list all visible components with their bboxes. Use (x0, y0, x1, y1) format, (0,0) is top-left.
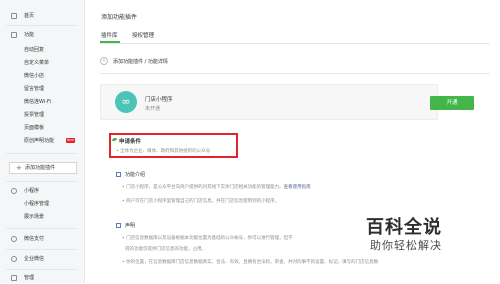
sidebar-item-wifi[interactable]: 微信连Wi-Fi (0, 96, 84, 108)
sidebar-item-comments[interactable]: 留言管理 (0, 83, 84, 95)
sidebar-section-label: 功能 (24, 32, 35, 38)
divider (6, 25, 78, 26)
sidebar-item-label: 页面模板 (24, 125, 45, 131)
plugin-logo-icon: ∞ (115, 91, 137, 113)
sidebar-item-label: 投票管理 (24, 112, 45, 118)
sidebar-item-custom-menu[interactable]: 自定义菜单 (0, 57, 84, 69)
tab-plugin-library[interactable]: 插件库 (101, 31, 118, 39)
open-button[interactable]: 开通 (430, 96, 474, 110)
sidebar-item-label: 自动回复 (24, 47, 45, 53)
conditions-text: • 全体为企业、媒体、政府和其他组织的公众号 (116, 149, 211, 154)
sidebar-item-scenes[interactable]: 展示场景 (0, 211, 84, 223)
divider (100, 73, 490, 74)
sidebar-item-label: 小程序管理 (24, 201, 50, 207)
add-plugin-label: 添加功能插件 (25, 165, 56, 171)
page-title: 添加功能插件 (101, 14, 138, 21)
plugin-status: 未开通 (145, 106, 161, 112)
sidebar-item-label: 首页 (24, 13, 35, 19)
info-icon (116, 172, 121, 177)
divider (6, 228, 78, 229)
sidebar-section-function[interactable]: 功能 (0, 29, 84, 41)
folder-icon (11, 275, 17, 281)
guide-link[interactable]: 查看使用指南 (284, 185, 311, 190)
chevron-left-icon: ‹ (102, 57, 106, 64)
intro-line: • 门店小程序，是公众平台向商户提供的对其线下实体门店相关功能的管理能力。 (122, 185, 284, 190)
statement-line: • 门店信息数据库以及设备根据本功能位置为基础的公众帐号，你可以进行管理，但不 (122, 236, 293, 241)
conditions-title: 申请条件 (119, 139, 142, 145)
intro-line: • 商户可在门店小程序里管理自己的门店信息，并在门店信息使用到的小程序。 (122, 199, 280, 204)
sidebar-item-label: 展示场景 (24, 214, 45, 220)
sidebar-section-label: 企业微信 (24, 256, 45, 262)
statement-icon (116, 223, 121, 228)
sidebar-item-label: 微信小店 (24, 73, 45, 79)
intro-text: • 门店小程序，是公众平台向商户提供的对其线下实体门店相关功能的管理能力。查看使… (122, 184, 311, 190)
watermark-subtitle: 助你轻松解决 (370, 239, 442, 252)
conditions-highlight-box: 申请条件 • 全体为企业、媒体、政府和其他组织的公众号 (109, 133, 238, 158)
sidebar-item-mini-manage[interactable]: 小程序管理 (0, 198, 84, 210)
sidebar-item-label: 微信连Wi-Fi (24, 99, 51, 105)
sidebar-item-shop[interactable]: 微信小店 (0, 70, 84, 82)
statement-line: 得的功能仅提供门店信息的功能，占用。 (125, 247, 206, 252)
sidebar-section-enterprise[interactable]: 企业微信 (0, 253, 84, 265)
sidebar-item-vote[interactable]: 投票管理 (0, 109, 84, 121)
plugin-card: ∞ 门店小程序 未开通 (100, 84, 438, 120)
sidebar-section-label: 小程序 (24, 188, 40, 194)
statement-title: 声明 (125, 223, 136, 229)
sidebar-item-original[interactable]: 原创声明功能 NEW (0, 135, 84, 147)
sidebar-item-home[interactable]: 首页 (0, 10, 84, 22)
sidebar-section-pay[interactable]: 微信支付 (0, 233, 84, 245)
sidebar-section-label: 微信支付 (24, 236, 45, 242)
sidebar-item-page-template[interactable]: 页面模板 (0, 122, 84, 134)
divider (6, 181, 78, 182)
tab-bar-divider (100, 43, 490, 44)
breadcrumb: 添加功能插件 / 功能详情 (113, 59, 168, 65)
tab-authorization[interactable]: 授权管理 (132, 31, 154, 39)
divider (6, 153, 78, 154)
home-icon (11, 13, 17, 19)
sidebar-item-auto-reply[interactable]: 自动回复 (0, 44, 84, 56)
enterprise-icon (11, 256, 17, 262)
active-tab-indicator (100, 41, 120, 43)
divider (6, 249, 78, 250)
sidebar-item-label: 自定义菜单 (24, 60, 50, 66)
watermark-title: 百科全说 (366, 217, 442, 238)
sidebar: 首页 功能 自动回复 自定义菜单 微信小店 留言管理 微信连Wi-Fi 投票管理… (0, 0, 85, 283)
sidebar-section-mini-program[interactable]: 小程序 (0, 185, 84, 197)
mini-program-icon (11, 188, 17, 194)
sidebar-section-manage[interactable]: 管理 (0, 272, 84, 284)
sidebar-section-label: 管理 (24, 275, 35, 281)
grid-icon (11, 32, 17, 38)
back-button[interactable]: ‹ (100, 57, 108, 65)
statement-line: • 你的位置，在信息数据库门店信息数据真实、合法、有效，且拥有合法权，审查，并对… (122, 260, 379, 265)
add-plugin-button[interactable]: + 添加功能插件 (9, 162, 77, 174)
plugin-name: 门店小程序 (145, 97, 173, 103)
wallet-icon (11, 236, 17, 242)
leaf-icon (111, 136, 118, 143)
sidebar-item-label: 原创声明功能 (24, 138, 55, 144)
sidebar-item-label: 留言管理 (24, 86, 45, 92)
new-badge: NEW (66, 138, 76, 143)
plus-icon: + (16, 164, 22, 172)
divider (6, 269, 78, 270)
intro-title: 功能介绍 (125, 172, 146, 178)
